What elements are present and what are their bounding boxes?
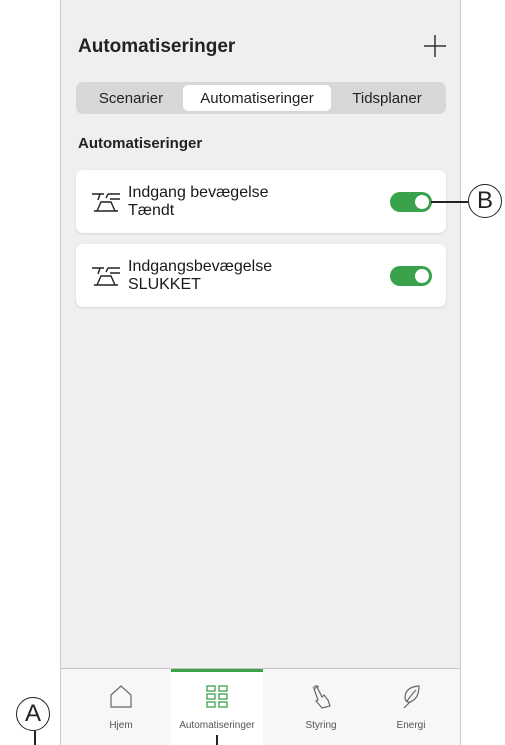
tab-label: Automatiseringer [179, 720, 255, 731]
tab-label: Styring [305, 720, 337, 731]
automation-toggle[interactable] [390, 192, 432, 212]
phone-screen: Automatiseringer Scenarier Automatiserin… [60, 0, 461, 745]
tab-label: Hjem [109, 720, 133, 731]
home-icon [108, 683, 134, 709]
automation-state: Tændt [128, 202, 175, 219]
active-tab-indicator [171, 669, 263, 672]
callout-a-leader [34, 731, 36, 745]
automation-card[interactable]: Indgangsbevægelse SLUKKET [76, 244, 446, 307]
hand-pointer-icon [308, 683, 334, 709]
callout-b: B [468, 184, 502, 218]
callout-b-leader [431, 201, 468, 203]
leaf-icon [398, 683, 424, 709]
grid-icon [204, 683, 230, 709]
motion-sensor-icon [90, 188, 122, 214]
automation-card[interactable]: Indgang bevægelse Tændt [76, 170, 446, 233]
automation-name: Indgangsbevægelse [128, 258, 273, 275]
tab-automatiseringer[interactable]: Automatiseringer [171, 669, 263, 745]
toggle-knob [415, 195, 429, 209]
callout-a: A [16, 697, 50, 731]
segment-automatiseringer[interactable]: Automatiseringer [183, 85, 331, 111]
section-title: Automatiseringer [78, 135, 203, 152]
plus-icon [424, 35, 446, 57]
tab-hjem[interactable]: Hjem [71, 669, 171, 745]
tab-energi[interactable]: Energi [361, 669, 460, 745]
tab-bar: Hjem Automatiseringer Styring Energi [61, 668, 460, 745]
motion-sensor-icon [90, 262, 122, 288]
segmented-control: Scenarier Automatiseringer Tidsplaner [76, 82, 446, 114]
toggle-knob [415, 269, 429, 283]
page-title: Automatiseringer [78, 36, 236, 57]
automation-toggle[interactable] [390, 266, 432, 286]
tab-label: Energi [396, 720, 426, 731]
tab-styring[interactable]: Styring [271, 669, 371, 745]
tab-leader [216, 735, 218, 745]
header: Automatiseringer [78, 33, 448, 63]
automation-name: Indgang bevægelse [128, 184, 269, 201]
segment-tidsplaner[interactable]: Tidsplaner [331, 85, 443, 111]
segment-scenarier[interactable]: Scenarier [79, 85, 183, 111]
add-button[interactable] [422, 33, 448, 59]
automation-state: SLUKKET [128, 276, 201, 293]
